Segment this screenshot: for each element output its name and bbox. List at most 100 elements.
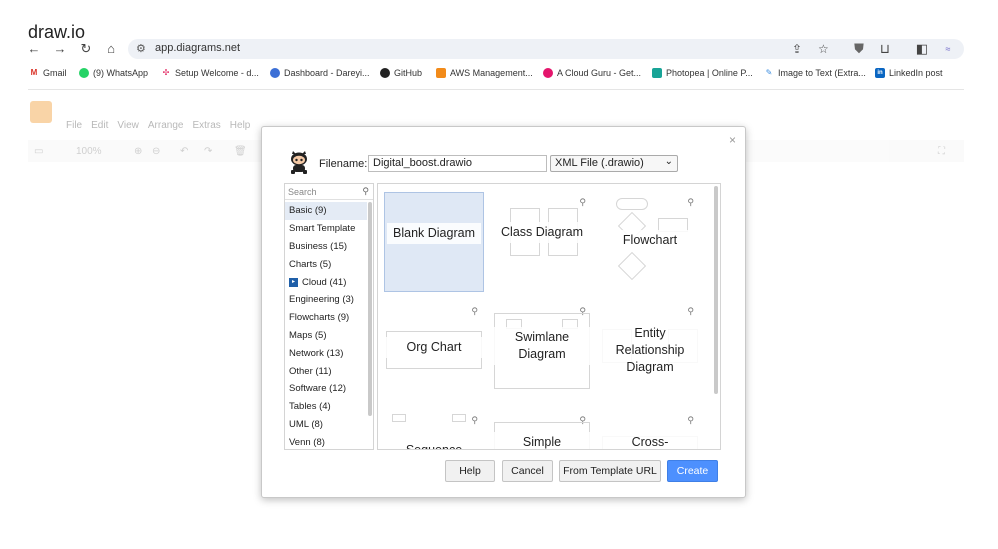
bookmark-label: Image to Text (Extra... (778, 68, 866, 78)
template-class-diagram[interactable]: ⚲ Class Diagram (492, 192, 592, 292)
divider (28, 89, 964, 90)
category-search-input[interactable]: Search ⚲ (285, 184, 373, 200)
home-icon[interactable]: ⌂ (103, 41, 119, 57)
sidepanel-icon[interactable]: ◧ (914, 41, 930, 57)
back-icon[interactable]: ← (26, 41, 42, 57)
screen: draw.io ← → ↻ ⌂ ⚙ app.diagrams.net ⇪ ☆ ⛊… (0, 0, 998, 549)
close-icon[interactable]: × (729, 133, 736, 147)
bookmark-label: A Cloud Guru - Get... (557, 68, 642, 78)
format-panel-icon[interactable]: ▭ (34, 146, 43, 157)
category-tables[interactable]: Tables (4) (285, 398, 367, 416)
filename-input[interactable]: Digital_boost.drawio (368, 155, 547, 172)
address-bar[interactable]: ⚙ app.diagrams.net ⇪ ☆ (128, 39, 964, 59)
bookmark-linkedin[interactable]: in LinkedIn post (875, 68, 943, 78)
template-swimlane-diagram[interactable]: ⚲ Swimlane Diagram (492, 301, 592, 401)
category-charts[interactable]: Charts (5) (285, 255, 367, 273)
slack-icon: ✣ (162, 68, 170, 77)
category-uml[interactable]: UML (8) (285, 416, 367, 434)
bookmark-label: (9) WhatsApp (93, 68, 149, 78)
github-icon (380, 68, 390, 78)
category-maps[interactable]: Maps (5) (285, 327, 367, 345)
preview-icon[interactable]: ⚲ (471, 306, 478, 317)
category-smart-template[interactable]: Smart Template (285, 220, 367, 238)
whatsapp-icon (79, 68, 89, 78)
fullscreen-icon[interactable]: ⛶ (938, 146, 945, 157)
preview-icon[interactable]: ⚲ (687, 415, 694, 426)
chevron-down-icon: ⌄ (664, 156, 673, 167)
gmail-icon: M (30, 68, 38, 77)
category-network[interactable]: Network (13) (285, 344, 367, 362)
bookmark-star-icon[interactable]: ☆ (818, 42, 829, 56)
bookmark-dareyio[interactable]: Dashboard - Dareyi... (270, 68, 370, 78)
share-icon[interactable]: ⇪ (792, 42, 802, 56)
extension-shield-icon[interactable]: ⛊ (851, 41, 867, 57)
zoom-out-icon[interactable]: ⊖ (152, 146, 160, 157)
category-flowcharts[interactable]: Flowcharts (9) (285, 309, 367, 327)
template-blank-diagram[interactable]: Blank Diagram (384, 192, 484, 292)
bookmark-aws[interactable]: AWS Management... (436, 68, 533, 78)
forward-icon[interactable]: → (52, 41, 68, 57)
category-cloud-label: Cloud (41) (302, 276, 347, 288)
template-flowchart[interactable]: ⚲ Flowchart (600, 192, 700, 292)
acloudguru-icon (543, 68, 553, 78)
category-engineering[interactable]: Engineering (3) (285, 291, 367, 309)
help-button[interactable]: Help (445, 460, 495, 482)
menu-edit[interactable]: Edit (91, 120, 108, 131)
bookmark-github[interactable]: GitHub (380, 68, 422, 78)
bookmark-label: Dashboard - Dareyi... (284, 68, 370, 78)
template-label: Sequence (386, 440, 482, 449)
zoom-in-icon[interactable]: ⊕ (134, 146, 142, 157)
menu-help[interactable]: Help (230, 120, 251, 131)
category-venn[interactable]: Venn (8) (285, 433, 367, 449)
preview-icon[interactable]: ⚲ (471, 415, 478, 426)
delete-icon[interactable]: 🗑 (234, 146, 247, 157)
redo-icon[interactable]: ↷ (204, 146, 212, 157)
template-simple[interactable]: ⚲ Simple (492, 410, 592, 449)
template-org-chart[interactable]: ⚲ Org Chart (384, 301, 484, 401)
extensions-puzzle-icon[interactable]: ⊔ (877, 41, 893, 57)
template-sequence[interactable]: ⚲ Sequence (384, 410, 484, 449)
category-list: Basic (9) Smart Template Business (15) C… (285, 202, 367, 449)
create-button[interactable]: Create (667, 460, 718, 482)
category-scrollbar[interactable] (368, 202, 372, 416)
zoom-level[interactable]: 100% (76, 146, 102, 157)
category-other[interactable]: Other (11) (285, 362, 367, 380)
from-template-url-button[interactable]: From Template URL (559, 460, 661, 482)
bookmarks-bar: M Gmail (9) WhatsApp ✣ Setup Welcome - d… (0, 66, 998, 84)
template-cross-functional[interactable]: ⚲ Cross- (600, 410, 700, 449)
reload-icon[interactable]: ↻ (78, 41, 94, 57)
menu-view[interactable]: View (117, 120, 139, 131)
preview-icon[interactable]: ⚲ (687, 197, 694, 208)
bookmark-gmail[interactable]: M Gmail (29, 68, 67, 78)
template-label: Flowchart (602, 230, 698, 251)
template-entity-relationship-diagram[interactable]: ⚲ Entity Relationship Diagram (600, 301, 700, 401)
image-to-text-icon: ✎ (765, 68, 773, 77)
preview-icon[interactable]: ⚲ (687, 306, 694, 317)
menu-arrange[interactable]: Arrange (148, 120, 184, 131)
bookmark-label: AWS Management... (450, 68, 533, 78)
menu-extras[interactable]: Extras (192, 120, 220, 131)
profile-icon[interactable]: ≈ (940, 41, 956, 57)
category-business[interactable]: Business (15) (285, 238, 367, 256)
bookmark-acloudguru[interactable]: A Cloud Guru - Get... (543, 68, 641, 78)
template-scrollbar[interactable] (714, 186, 718, 394)
cloud-icon: ▸ (289, 277, 298, 287)
category-software[interactable]: Software (12) (285, 380, 367, 398)
menu-file[interactable]: File (66, 120, 82, 131)
category-cloud[interactable]: ▸ Cloud (41) (285, 273, 367, 291)
file-format-select[interactable]: XML File (.drawio) ⌄ (550, 155, 678, 172)
category-basic[interactable]: Basic (9) (285, 202, 367, 220)
bookmark-slack[interactable]: ✣ Setup Welcome - d... (161, 68, 259, 78)
template-grid: Blank Diagram ⚲ Class Diagram ⚲ Flowchar… (377, 183, 721, 450)
bookmark-photopea[interactable]: Photopea | Online P... (652, 68, 753, 78)
github-octocat-icon (291, 151, 307, 174)
template-label: Cross- (602, 432, 698, 449)
site-settings-icon[interactable]: ⚙ (136, 42, 146, 55)
browser-toolbar: ← → ↻ ⌂ ⚙ app.diagrams.net ⇪ ☆ ⛊ ⊔ ◧ ≈ (0, 38, 998, 60)
preview-icon[interactable]: ⚲ (579, 197, 586, 208)
sketch (392, 414, 406, 422)
undo-icon[interactable]: ↶ (180, 146, 188, 157)
bookmark-image-to-text[interactable]: ✎ Image to Text (Extra... (764, 68, 866, 78)
bookmark-whatsapp[interactable]: (9) WhatsApp (79, 68, 148, 78)
cancel-button[interactable]: Cancel (502, 460, 553, 482)
